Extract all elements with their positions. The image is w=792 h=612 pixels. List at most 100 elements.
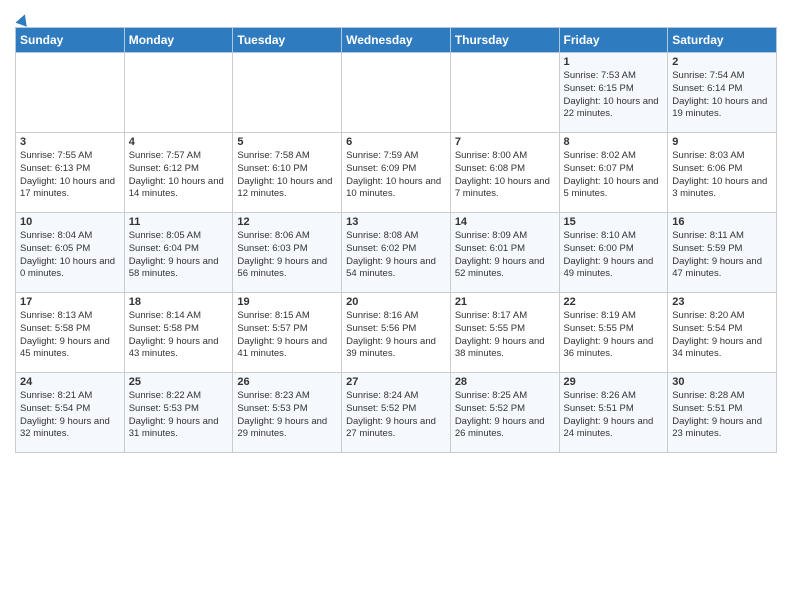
day-info: Sunrise: 8:21 AM Sunset: 5:54 PM Dayligh… bbox=[20, 390, 120, 441]
calendar-cell bbox=[124, 53, 233, 133]
calendar-week-row: 3Sunrise: 7:55 AM Sunset: 6:13 PM Daylig… bbox=[16, 133, 777, 213]
day-info: Sunrise: 8:10 AM Sunset: 6:00 PM Dayligh… bbox=[564, 230, 664, 281]
day-info: Sunrise: 8:16 AM Sunset: 5:56 PM Dayligh… bbox=[346, 310, 446, 361]
calendar-cell: 20 Sunrise: 8:16 AM Sunset: 5:56 PM Dayli… bbox=[342, 293, 451, 373]
day-info: Sunrise: 8:20 AM Sunset: 5:54 PM Dayligh… bbox=[672, 310, 772, 361]
day-number: 23 bbox=[672, 296, 772, 308]
day-number: 7 bbox=[455, 136, 555, 148]
day-info: Sunrise: 8:05 AM Sunset: 6:04 PM Dayligh… bbox=[129, 230, 229, 281]
calendar-cell: 11 Sunrise: 8:05 AM Sunset: 6:04 PM Dayli… bbox=[124, 213, 233, 293]
calendar-cell: 17 Sunrise: 8:13 AM Sunset: 5:58 PM Dayli… bbox=[16, 293, 125, 373]
day-info: Sunrise: 8:00 AM Sunset: 6:08 PM Dayligh… bbox=[455, 150, 555, 201]
calendar-cell: 4 Sunrise: 7:57 AM Sunset: 6:12 PM Daylig… bbox=[124, 133, 233, 213]
day-number: 12 bbox=[237, 216, 337, 228]
day-info: Sunrise: 8:04 AM Sunset: 6:05 PM Dayligh… bbox=[20, 230, 120, 281]
calendar-cell: 23 Sunrise: 8:20 AM Sunset: 5:54 PM Dayli… bbox=[668, 293, 777, 373]
page-header bbox=[15, 10, 777, 21]
day-info: Sunrise: 8:11 AM Sunset: 5:59 PM Dayligh… bbox=[672, 230, 772, 281]
day-number: 16 bbox=[672, 216, 772, 228]
calendar-cell bbox=[233, 53, 342, 133]
day-number: 14 bbox=[455, 216, 555, 228]
day-info: Sunrise: 7:59 AM Sunset: 6:09 PM Dayligh… bbox=[346, 150, 446, 201]
day-number: 26 bbox=[237, 376, 337, 388]
day-number: 6 bbox=[346, 136, 446, 148]
calendar-cell: 14 Sunrise: 8:09 AM Sunset: 6:01 PM Dayli… bbox=[450, 213, 559, 293]
calendar-week-row: 17 Sunrise: 8:13 AM Sunset: 5:58 PM Dayli… bbox=[16, 293, 777, 373]
day-number: 11 bbox=[129, 216, 229, 228]
day-info: Sunrise: 7:57 AM Sunset: 6:12 PM Dayligh… bbox=[129, 150, 229, 201]
day-info: Sunrise: 8:24 AM Sunset: 5:52 PM Dayligh… bbox=[346, 390, 446, 441]
calendar-cell: 13 Sunrise: 8:08 AM Sunset: 6:02 PM Dayli… bbox=[342, 213, 451, 293]
day-info: Sunrise: 8:22 AM Sunset: 5:53 PM Dayligh… bbox=[129, 390, 229, 441]
calendar-week-row: 24 Sunrise: 8:21 AM Sunset: 5:54 PM Dayli… bbox=[16, 373, 777, 453]
calendar-cell: 5Sunrise: 7:58 AM Sunset: 6:10 PM Daylig… bbox=[233, 133, 342, 213]
weekday-header-sunday: Sunday bbox=[16, 28, 125, 53]
calendar-cell: 29 Sunrise: 8:26 AM Sunset: 5:51 PM Dayli… bbox=[559, 373, 668, 453]
day-number: 22 bbox=[564, 296, 664, 308]
calendar-cell: 3Sunrise: 7:55 AM Sunset: 6:13 PM Daylig… bbox=[16, 133, 125, 213]
calendar-cell: 12Sunrise: 8:06 AM Sunset: 6:03 PM Dayli… bbox=[233, 213, 342, 293]
calendar-cell bbox=[16, 53, 125, 133]
day-info: Sunrise: 8:17 AM Sunset: 5:55 PM Dayligh… bbox=[455, 310, 555, 361]
day-number: 29 bbox=[564, 376, 664, 388]
day-number: 9 bbox=[672, 136, 772, 148]
calendar-cell: 18 Sunrise: 8:14 AM Sunset: 5:58 PM Dayli… bbox=[124, 293, 233, 373]
calendar-cell: 8 Sunrise: 8:02 AM Sunset: 6:07 PM Daylig… bbox=[559, 133, 668, 213]
day-info: Sunrise: 7:58 AM Sunset: 6:10 PM Dayligh… bbox=[237, 150, 337, 201]
logo bbox=[15, 14, 29, 21]
calendar-cell: 10 Sunrise: 8:04 AM Sunset: 6:05 PM Dayli… bbox=[16, 213, 125, 293]
calendar-cell: 7 Sunrise: 8:00 AM Sunset: 6:08 PM Daylig… bbox=[450, 133, 559, 213]
day-info: Sunrise: 8:02 AM Sunset: 6:07 PM Dayligh… bbox=[564, 150, 664, 201]
logo-triangle-icon bbox=[15, 12, 30, 26]
day-number: 27 bbox=[346, 376, 446, 388]
calendar-table: SundayMondayTuesdayWednesdayThursdayFrid… bbox=[15, 27, 777, 453]
calendar-cell: 26 Sunrise: 8:23 AM Sunset: 5:53 PM Dayli… bbox=[233, 373, 342, 453]
day-number: 19 bbox=[237, 296, 337, 308]
day-number: 28 bbox=[455, 376, 555, 388]
day-info: Sunrise: 7:53 AM Sunset: 6:15 PM Dayligh… bbox=[564, 70, 664, 121]
calendar-week-row: 1Sunrise: 7:53 AM Sunset: 6:15 PM Daylig… bbox=[16, 53, 777, 133]
day-number: 15 bbox=[564, 216, 664, 228]
day-info: Sunrise: 8:15 AM Sunset: 5:57 PM Dayligh… bbox=[237, 310, 337, 361]
day-info: Sunrise: 8:08 AM Sunset: 6:02 PM Dayligh… bbox=[346, 230, 446, 281]
day-info: Sunrise: 8:23 AM Sunset: 5:53 PM Dayligh… bbox=[237, 390, 337, 441]
calendar-cell: 27 Sunrise: 8:24 AM Sunset: 5:52 PM Dayli… bbox=[342, 373, 451, 453]
weekday-header-wednesday: Wednesday bbox=[342, 28, 451, 53]
day-info: Sunrise: 7:55 AM Sunset: 6:13 PM Dayligh… bbox=[20, 150, 120, 201]
calendar-cell bbox=[342, 53, 451, 133]
day-number: 21 bbox=[455, 296, 555, 308]
day-info: Sunrise: 8:26 AM Sunset: 5:51 PM Dayligh… bbox=[564, 390, 664, 441]
day-info: Sunrise: 7:54 AM Sunset: 6:14 PM Dayligh… bbox=[672, 70, 772, 121]
calendar-cell: 16 Sunrise: 8:11 AM Sunset: 5:59 PM Dayli… bbox=[668, 213, 777, 293]
calendar-cell: 19 Sunrise: 8:15 AM Sunset: 5:57 PM Dayli… bbox=[233, 293, 342, 373]
day-info: Sunrise: 8:13 AM Sunset: 5:58 PM Dayligh… bbox=[20, 310, 120, 361]
day-number: 13 bbox=[346, 216, 446, 228]
day-info: Sunrise: 8:28 AM Sunset: 5:51 PM Dayligh… bbox=[672, 390, 772, 441]
calendar-cell: 15 Sunrise: 8:10 AM Sunset: 6:00 PM Dayli… bbox=[559, 213, 668, 293]
day-info: Sunrise: 8:19 AM Sunset: 5:55 PM Dayligh… bbox=[564, 310, 664, 361]
calendar-cell: 2Sunrise: 7:54 AM Sunset: 6:14 PM Daylig… bbox=[668, 53, 777, 133]
day-number: 8 bbox=[564, 136, 664, 148]
day-number: 17 bbox=[20, 296, 120, 308]
calendar-cell: 9 Sunrise: 8:03 AM Sunset: 6:06 PM Daylig… bbox=[668, 133, 777, 213]
day-info: Sunrise: 8:09 AM Sunset: 6:01 PM Dayligh… bbox=[455, 230, 555, 281]
day-number: 25 bbox=[129, 376, 229, 388]
day-info: Sunrise: 8:14 AM Sunset: 5:58 PM Dayligh… bbox=[129, 310, 229, 361]
day-number: 4 bbox=[129, 136, 229, 148]
day-number: 24 bbox=[20, 376, 120, 388]
calendar-cell: 6 Sunrise: 7:59 AM Sunset: 6:09 PM Daylig… bbox=[342, 133, 451, 213]
calendar-cell: 22 Sunrise: 8:19 AM Sunset: 5:55 PM Dayli… bbox=[559, 293, 668, 373]
calendar-cell: 30Sunrise: 8:28 AM Sunset: 5:51 PM Dayli… bbox=[668, 373, 777, 453]
weekday-header-thursday: Thursday bbox=[450, 28, 559, 53]
calendar-cell: 1Sunrise: 7:53 AM Sunset: 6:15 PM Daylig… bbox=[559, 53, 668, 133]
calendar-week-row: 10 Sunrise: 8:04 AM Sunset: 6:05 PM Dayli… bbox=[16, 213, 777, 293]
weekday-header-row: SundayMondayTuesdayWednesdayThursdayFrid… bbox=[16, 28, 777, 53]
weekday-header-monday: Monday bbox=[124, 28, 233, 53]
calendar-cell bbox=[450, 53, 559, 133]
day-info: Sunrise: 8:03 AM Sunset: 6:06 PM Dayligh… bbox=[672, 150, 772, 201]
weekday-header-saturday: Saturday bbox=[668, 28, 777, 53]
day-number: 10 bbox=[20, 216, 120, 228]
day-number: 20 bbox=[346, 296, 446, 308]
day-number: 18 bbox=[129, 296, 229, 308]
weekday-header-tuesday: Tuesday bbox=[233, 28, 342, 53]
